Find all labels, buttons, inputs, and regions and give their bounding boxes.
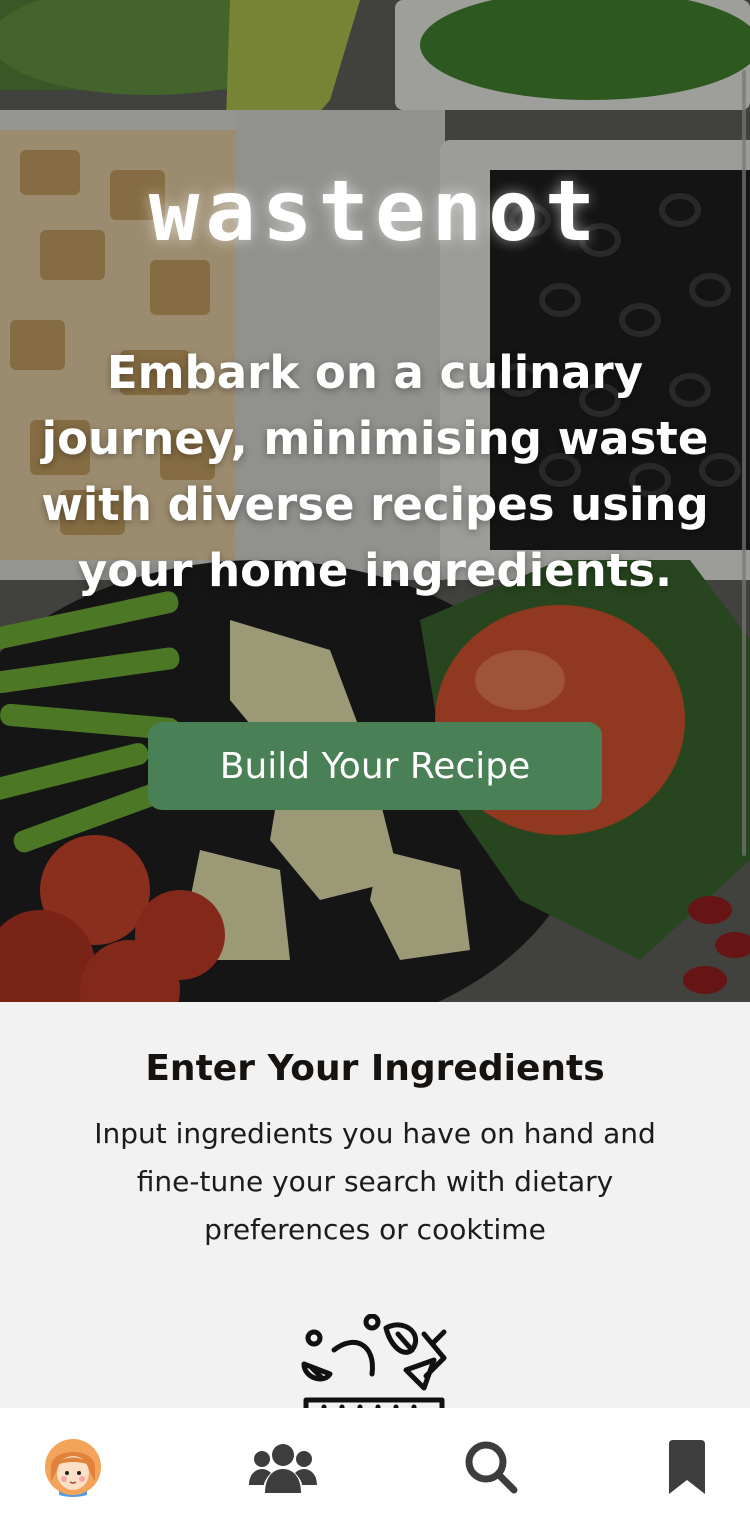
- brand-logo-text: wastenot: [148, 162, 602, 260]
- search-icon: [465, 1441, 518, 1494]
- section-description: Input ingredients you have on hand and f…: [94, 1117, 656, 1246]
- nav-profile[interactable]: [38, 1432, 108, 1502]
- enter-ingredients-section: Enter Your Ingredients Input ingredients…: [0, 1002, 750, 1414]
- profile-avatar-icon: [45, 1439, 101, 1497]
- hero-tagline: Embark on a culinary journey, minimising…: [41, 346, 709, 597]
- section-title: Enter Your Ingredients: [145, 1048, 605, 1089]
- build-your-recipe-button[interactable]: Build Your Recipe: [148, 722, 602, 810]
- nav-saved[interactable]: [652, 1432, 722, 1502]
- bottom-navigation: [0, 1408, 750, 1522]
- ingredients-basket-icon: [301, 1314, 447, 1414]
- hero-section: wastenot Embark on a culinary journey, m…: [0, 0, 750, 1002]
- nav-community[interactable]: [248, 1432, 318, 1502]
- bookmark-icon: [669, 1440, 705, 1494]
- nav-search[interactable]: [456, 1432, 526, 1502]
- community-icon: [249, 1444, 317, 1493]
